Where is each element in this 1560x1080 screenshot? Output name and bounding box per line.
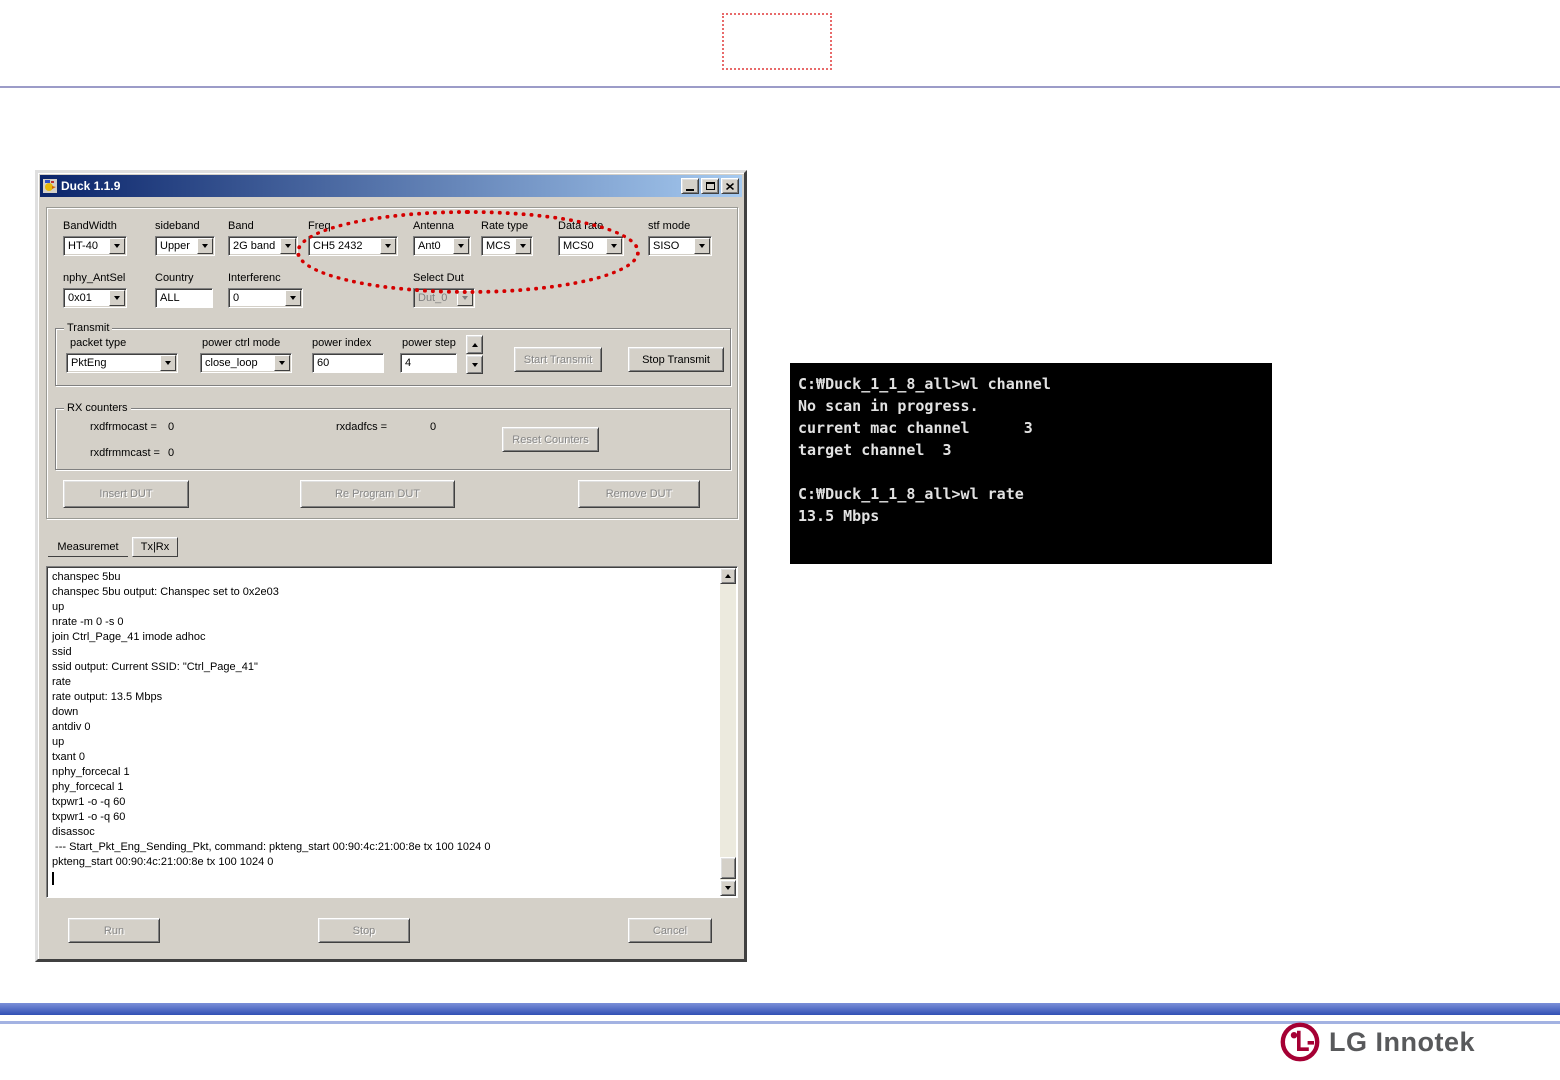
sideband-select[interactable]: Upper xyxy=(155,236,215,256)
sideband-label: sideband xyxy=(155,220,200,232)
lg-innotek-logo: LG Innotek xyxy=(1280,1022,1475,1062)
power-ctrl-mode-label: power ctrl mode xyxy=(202,337,281,349)
terminal-window[interactable]: C:₩Duck_1_1_8_all>wl channel No scan in … xyxy=(790,363,1272,564)
arrow-up-icon xyxy=(725,574,731,578)
chevron-down-icon[interactable] xyxy=(285,290,301,306)
top-divider-line xyxy=(0,86,1560,88)
country-input[interactable] xyxy=(155,288,213,308)
transmit-legend: Transmit xyxy=(64,322,113,334)
sideband-value: Upper xyxy=(160,240,190,252)
arrow-up-icon xyxy=(471,342,478,347)
title-bar[interactable]: Duck 1.1.9 xyxy=(40,175,742,197)
packet-type-select[interactable]: PktEng xyxy=(66,353,178,373)
stf-mode-select[interactable]: SISO xyxy=(648,236,712,256)
log-output-area[interactable]: chanspec 5bu chanspec 5bu output: Chansp… xyxy=(46,566,738,898)
band-label: Band xyxy=(228,220,254,232)
rxdfrmmcast-label: rxdfrmmcast = xyxy=(90,447,160,459)
interference-select[interactable]: 0 xyxy=(228,288,303,308)
power-ctrl-mode-value: close_loop xyxy=(205,357,258,369)
brand-text: LG Innotek xyxy=(1329,1026,1475,1057)
scroll-down-button[interactable] xyxy=(720,880,736,896)
cancel-button[interactable]: Cancel xyxy=(628,918,712,943)
stf-mode-value: SISO xyxy=(653,240,680,252)
stop-transmit-button[interactable]: Stop Transmit xyxy=(628,347,724,372)
scroll-up-button[interactable] xyxy=(720,568,736,584)
chevron-down-icon[interactable] xyxy=(109,290,125,306)
arrow-down-icon xyxy=(725,886,731,890)
power-ctrl-mode-select[interactable]: close_loop xyxy=(200,353,292,373)
bandwidth-select[interactable]: HT-40 xyxy=(63,236,127,256)
highlight-ellipse xyxy=(296,210,640,294)
stf-mode-label: stf mode xyxy=(648,220,691,232)
lg-symbol-icon xyxy=(1280,1022,1320,1062)
nphy-antsel-select[interactable]: 0x01 xyxy=(63,288,127,308)
transmit-groupbox: Transmit packet type power ctrl mode pow… xyxy=(55,322,731,386)
chevron-down-icon[interactable] xyxy=(274,355,290,371)
close-button[interactable] xyxy=(721,178,739,194)
country-label: Country xyxy=(155,272,194,284)
rxdfrmmcast-value: 0 xyxy=(168,447,175,459)
app-icon xyxy=(43,179,57,193)
scroll-thumb[interactable] xyxy=(720,857,736,879)
annotation-box xyxy=(722,13,832,70)
log-scrollbar[interactable] xyxy=(720,568,736,896)
power-step-label: power step xyxy=(402,337,456,349)
bandwidth-value: HT-40 xyxy=(68,240,98,252)
rxdadfcs-label: rxdadfcs = xyxy=(336,421,388,433)
interference-label: Interferenc xyxy=(228,272,281,284)
footer-bar xyxy=(0,1003,1560,1015)
rxdadfcs-value: 0 xyxy=(430,421,437,433)
minimize-button[interactable] xyxy=(681,178,699,194)
insert-dut-button[interactable]: Insert DUT xyxy=(63,480,189,508)
rx-counters-legend: RX counters xyxy=(64,402,131,414)
log-text: chanspec 5bu chanspec 5bu output: Chansp… xyxy=(52,571,491,868)
spinner-up-button[interactable] xyxy=(466,335,483,354)
power-step-spinner[interactable] xyxy=(466,335,483,375)
minimize-icon xyxy=(686,189,694,191)
chevron-down-icon[interactable] xyxy=(694,238,710,254)
packet-type-label: packet type xyxy=(70,337,127,349)
rx-counters-groupbox: RX counters rxdfrmocast = 0 rxdadfcs = 0… xyxy=(55,402,731,470)
start-transmit-button[interactable]: Start Transmit xyxy=(514,347,602,372)
maximize-icon xyxy=(705,182,715,190)
reprogram-dut-button[interactable]: Re Program DUT xyxy=(300,480,455,508)
power-index-label: power index xyxy=(312,337,372,349)
chevron-down-icon[interactable] xyxy=(197,238,213,254)
chevron-down-icon[interactable] xyxy=(160,355,176,371)
maximize-button[interactable] xyxy=(701,178,719,194)
tab-measurement[interactable]: Measuremet xyxy=(48,537,128,557)
tab-txrx[interactable]: Tx|Rx xyxy=(132,537,178,557)
power-index-input[interactable] xyxy=(312,353,384,373)
power-step-input[interactable] xyxy=(400,353,457,373)
band-value: 2G band xyxy=(233,240,276,252)
rxdfrmocast-value: 0 xyxy=(168,421,175,433)
nphy-antsel-label: nphy_AntSel xyxy=(63,272,126,284)
spinner-down-button[interactable] xyxy=(466,355,483,374)
chevron-down-icon[interactable] xyxy=(109,238,125,254)
packet-type-value: PktEng xyxy=(71,357,107,369)
close-icon xyxy=(726,182,734,190)
interference-value: 0 xyxy=(233,292,240,304)
stop-button[interactable]: Stop xyxy=(318,918,410,943)
nphy-antsel-value: 0x01 xyxy=(68,292,92,304)
bandwidth-label: BandWidth xyxy=(63,220,117,232)
reset-counters-button[interactable]: Reset Counters xyxy=(502,427,599,452)
remove-dut-button[interactable]: Remove DUT xyxy=(578,480,700,508)
chevron-down-icon[interactable] xyxy=(280,238,296,254)
window-title: Duck 1.1.9 xyxy=(61,179,121,193)
terminal-text: C:₩Duck_1_1_8_all>wl channel No scan in … xyxy=(798,375,1051,525)
run-button[interactable]: Run xyxy=(68,918,160,943)
arrow-down-icon xyxy=(471,362,478,367)
rxdfrmocast-label: rxdfrmocast = xyxy=(90,421,157,433)
text-caret xyxy=(52,872,54,885)
band-select[interactable]: 2G band xyxy=(228,236,298,256)
